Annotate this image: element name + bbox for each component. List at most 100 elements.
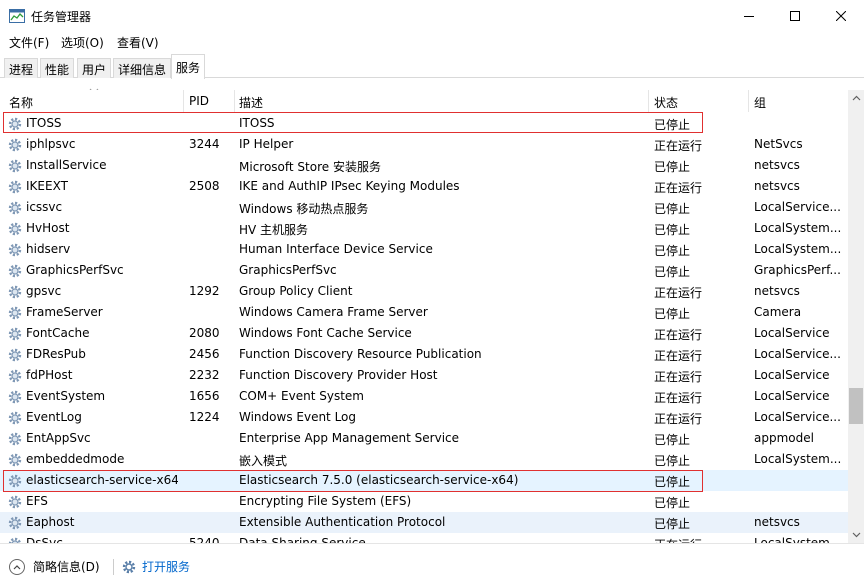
maximize-icon bbox=[790, 11, 800, 21]
service-name: EventLog bbox=[26, 410, 82, 424]
service-status: 正在运行 bbox=[654, 349, 703, 363]
table-row[interactable]: HvHost HV 主机服务 已停止 LocalSystem... bbox=[0, 218, 848, 239]
menu-bar: 文件(F) 选项(O) 查看(V) bbox=[0, 32, 864, 52]
table-row[interactable]: FDResPub 2456 Function Discovery Resource … bbox=[0, 344, 848, 365]
menu-file[interactable]: 文件(F) bbox=[9, 34, 49, 51]
table-row[interactable]: ITOSS ITOSS 已停止 bbox=[0, 113, 848, 134]
service-icon bbox=[7, 200, 23, 216]
table-row[interactable]: GraphicsPerfSvc GraphicsPerfSvc 已停止 Graphic… bbox=[0, 260, 848, 281]
title-bar[interactable]: 任务管理器 bbox=[0, 0, 864, 32]
service-name: EFS bbox=[26, 494, 48, 508]
service-pid: 2508 bbox=[189, 179, 220, 193]
tab-users[interactable]: 用户 bbox=[77, 58, 112, 78]
scroll-thumb[interactable] bbox=[849, 388, 863, 424]
service-name: FDResPub bbox=[26, 347, 86, 361]
service-group: netsvcs bbox=[754, 158, 800, 172]
scroll-down-button[interactable] bbox=[848, 527, 864, 543]
service-group: LocalSystem... bbox=[754, 536, 842, 543]
menu-options[interactable]: 选项(O) bbox=[61, 34, 104, 51]
close-button[interactable] bbox=[818, 0, 864, 32]
service-status: 已停止 bbox=[654, 118, 691, 132]
service-icon bbox=[7, 242, 23, 258]
service-description: Windows Camera Frame Server bbox=[239, 305, 428, 319]
table-row[interactable]: FrameServer Windows Camera Frame Server 已停… bbox=[0, 302, 848, 323]
service-icon bbox=[7, 158, 23, 174]
table-row[interactable]: iphlpsvc 3244 IP Helper 正在运行 NetSvcs bbox=[0, 134, 848, 155]
service-status: 已停止 bbox=[654, 475, 691, 489]
service-description: Function Discovery Resource Publication bbox=[239, 347, 482, 361]
table-row[interactable]: EventLog 1224 Windows Event Log 正在运行 LocalSe… bbox=[0, 407, 848, 428]
service-pid: 2080 bbox=[189, 326, 220, 340]
column-header: 名称 PID 描述 状态 组 bbox=[0, 90, 848, 112]
service-icon bbox=[7, 263, 23, 279]
service-group: Camera bbox=[754, 305, 802, 319]
tab-processes[interactable]: 进程 bbox=[4, 58, 39, 78]
column-pid[interactable]: PID bbox=[189, 94, 209, 108]
service-description: GraphicsPerfSvc bbox=[239, 263, 337, 277]
column-divider[interactable] bbox=[748, 90, 749, 112]
service-icon bbox=[7, 389, 23, 405]
service-icon bbox=[7, 536, 23, 543]
service-icon bbox=[7, 494, 23, 510]
scroll-up-button[interactable] bbox=[848, 90, 864, 106]
menu-view[interactable]: 查看(V) bbox=[117, 34, 159, 51]
column-divider[interactable] bbox=[234, 90, 235, 112]
table-row[interactable]: icssvc Windows 移动热点服务 已停止 LocalService... bbox=[0, 197, 848, 218]
table-row[interactable]: EntAppSvc Enterprise App Management Servi… bbox=[0, 428, 848, 449]
service-name: DsSvc bbox=[26, 536, 63, 543]
table-row[interactable]: Eaphost Extensible Authentication Protoco… bbox=[0, 512, 848, 533]
table-row[interactable]: gpsvc 1292 Group Policy Client 正在运行 netsvcs bbox=[0, 281, 848, 302]
service-name: InstallService bbox=[26, 158, 107, 172]
column-name[interactable]: 名称 bbox=[9, 94, 33, 111]
service-status: 已停止 bbox=[654, 496, 691, 510]
column-divider[interactable] bbox=[183, 90, 184, 112]
column-divider[interactable] bbox=[648, 90, 649, 112]
service-name: icssvc bbox=[26, 200, 63, 214]
service-group: GraphicsPerf... bbox=[754, 263, 841, 277]
chevron-up-circle-icon bbox=[9, 558, 25, 575]
table-row[interactable]: EFS Encrypting File System (EFS) 已停止 bbox=[0, 491, 848, 512]
column-group[interactable]: 组 bbox=[754, 94, 766, 111]
column-status[interactable]: 状态 bbox=[654, 94, 678, 111]
service-group: LocalService... bbox=[754, 410, 841, 424]
tab-performance[interactable]: 性能 bbox=[40, 58, 75, 78]
table-row[interactable]: embeddedmode 嵌入模式 已停止 LocalSystem... bbox=[0, 449, 848, 470]
table-row[interactable]: InstallService Microsoft Store 安装服务 已停止 net… bbox=[0, 155, 848, 176]
service-group: LocalService bbox=[754, 389, 830, 403]
service-status: 正在运行 bbox=[654, 370, 703, 384]
service-name: EntAppSvc bbox=[26, 431, 91, 445]
service-pid: 1656 bbox=[189, 389, 220, 403]
table-row[interactable]: hidserv Human Interface Device Service 已停止… bbox=[0, 239, 848, 260]
table-row[interactable]: FontCache 2080 Windows Font Cache Service 正… bbox=[0, 323, 848, 344]
service-icon bbox=[7, 221, 23, 237]
service-pid: 2232 bbox=[189, 368, 220, 382]
gear-icon bbox=[122, 560, 136, 573]
minimize-icon bbox=[744, 16, 754, 17]
table-row[interactable]: DsSvc 5240 Data Sharing Service 正在运行 LocalSy… bbox=[0, 533, 848, 543]
service-group: NetSvcs bbox=[754, 137, 803, 151]
table-row[interactable]: IKEEXT 2508 IKE and AuthIP IPsec Keying Mo… bbox=[0, 176, 848, 197]
tab-details[interactable]: 详细信息 bbox=[113, 58, 172, 78]
vertical-scrollbar[interactable] bbox=[848, 90, 864, 543]
minimize-button[interactable] bbox=[726, 0, 772, 32]
service-status: 已停止 bbox=[654, 160, 691, 174]
window-title: 任务管理器 bbox=[31, 10, 92, 24]
less-details-button[interactable]: 简略信息(D) bbox=[9, 558, 100, 575]
open-services-link[interactable]: 打开服务 bbox=[121, 558, 190, 575]
service-status: 已停止 bbox=[654, 223, 691, 237]
service-description: Group Policy Client bbox=[239, 284, 353, 298]
service-status: 正在运行 bbox=[654, 181, 703, 195]
service-pid: 1224 bbox=[189, 410, 220, 424]
service-icon bbox=[7, 368, 23, 384]
service-status: 正在运行 bbox=[654, 391, 703, 405]
service-name: Eaphost bbox=[26, 515, 75, 529]
maximize-button[interactable] bbox=[772, 0, 818, 32]
table-row[interactable]: fdPHost 2232 Function Discovery Provider H… bbox=[0, 365, 848, 386]
service-pid: 5240 bbox=[189, 536, 220, 543]
table-row[interactable]: EventSystem 1656 COM+ Event System 正在运行 Loca… bbox=[0, 386, 848, 407]
table-row[interactable]: elasticsearch-service-x64 Elasticsearch 7… bbox=[0, 470, 848, 491]
tab-services[interactable]: 服务 bbox=[171, 54, 206, 79]
service-description: 嵌入模式 bbox=[239, 454, 288, 468]
column-description[interactable]: 描述 bbox=[239, 94, 263, 111]
service-status: 已停止 bbox=[654, 307, 691, 321]
